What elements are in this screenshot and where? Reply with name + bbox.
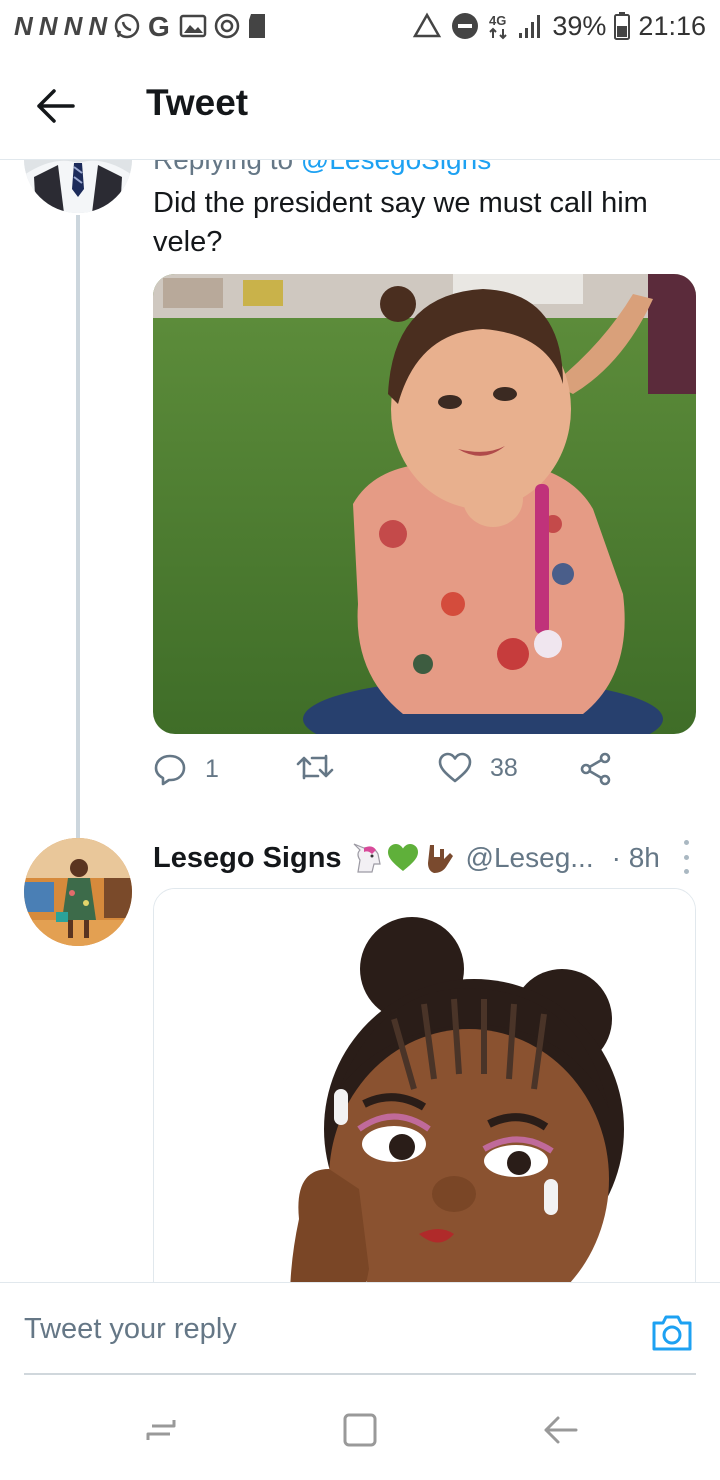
recent-apps-icon (146, 1420, 176, 1440)
reply-action[interactable]: 1 (153, 752, 219, 786)
rock-on-hand-emoji (427, 845, 453, 873)
whatsapp-icon (113, 12, 141, 40)
replying-prefix: Replying to (153, 160, 293, 175)
notification-n-1: N (14, 10, 33, 41)
reply-count: 1 (205, 754, 219, 783)
divider (24, 1373, 696, 1375)
tweet-thread[interactable]: Replying to @LesegoSigns Did the preside… (0, 160, 720, 1282)
status-bar: N N N N G 4G 39% 21:16 (0, 0, 720, 52)
tweet-media-photo[interactable] (153, 888, 696, 1282)
dnd-icon (450, 11, 480, 41)
page-title: Tweet (146, 82, 249, 123)
recent-apps-button[interactable] (142, 1410, 182, 1450)
share-action[interactable] (579, 752, 613, 786)
battery-icon (614, 12, 631, 40)
tweet-media-photo[interactable] (153, 274, 696, 734)
user-handle[interactable]: @Leseg... (466, 842, 594, 874)
notification-n-3: N (63, 10, 83, 41)
notification-n-2: N (38, 10, 58, 41)
more-options-button[interactable] (674, 840, 698, 874)
reply-input[interactable] (24, 1299, 624, 1359)
thread-connector (76, 215, 80, 880)
signal-icon (518, 13, 544, 39)
reply-icon (154, 754, 186, 786)
avatar[interactable] (24, 160, 132, 213)
sd-card-icon (247, 12, 269, 40)
camera-button[interactable] (650, 1313, 694, 1353)
more-dot (683, 854, 689, 860)
green-heart-emoji (387, 844, 418, 871)
avatar[interactable] (24, 838, 132, 946)
memoji-image (154, 889, 695, 1282)
replying-to: Replying to @LesegoSigns (153, 160, 491, 176)
retweet-action[interactable] (296, 752, 352, 782)
replying-handle-link[interactable]: @LesegoSigns (301, 160, 491, 175)
svg-text:G: G (148, 12, 170, 40)
tweet-header: Lesego Signs @Leseg... · 8h (153, 838, 698, 878)
heart-icon (438, 752, 472, 783)
more-dot (683, 869, 689, 874)
clock: 21:16 (638, 10, 706, 41)
display-name[interactable]: Lesego Signs (153, 842, 342, 875)
photo-icon (153, 274, 696, 734)
camera-icon (652, 1315, 692, 1351)
system-nav-bar (0, 1376, 720, 1480)
image-icon (179, 13, 207, 39)
status-right: 4G 39% 21:16 (412, 11, 706, 42)
nav-back-button[interactable] (540, 1410, 580, 1450)
avatar-image (24, 160, 132, 213)
google-icon: G (147, 12, 173, 40)
like-action[interactable]: 38 (438, 752, 518, 784)
home-button[interactable] (340, 1410, 380, 1450)
back-icon (544, 1416, 578, 1444)
recycle-icon (412, 12, 442, 40)
tweet-text: Did the president say we must call him v… (153, 187, 648, 258)
back-button[interactable] (34, 84, 78, 128)
more-dot (683, 840, 689, 845)
home-icon (343, 1413, 377, 1447)
notification-n-4: N (88, 10, 108, 41)
network-4g-icon: 4G (488, 12, 510, 40)
app-header: Tweet (0, 52, 720, 160)
status-left: N N N N G (14, 11, 269, 42)
like-count: 38 (490, 753, 518, 782)
avatar-image (24, 838, 132, 946)
arrow-left-icon (37, 89, 75, 123)
unicorn-emoji (353, 843, 381, 873)
battery-percent: 39% (552, 10, 607, 41)
name-emojis (350, 841, 456, 875)
reply-composer (0, 1282, 720, 1375)
tweet-time: · 8h (611, 842, 660, 873)
network-label: 4G (489, 13, 506, 28)
share-icon (580, 752, 611, 786)
retweet-icon (296, 754, 334, 780)
data-saver-icon (213, 12, 241, 40)
tweet-actions: 1 38 (153, 752, 696, 796)
